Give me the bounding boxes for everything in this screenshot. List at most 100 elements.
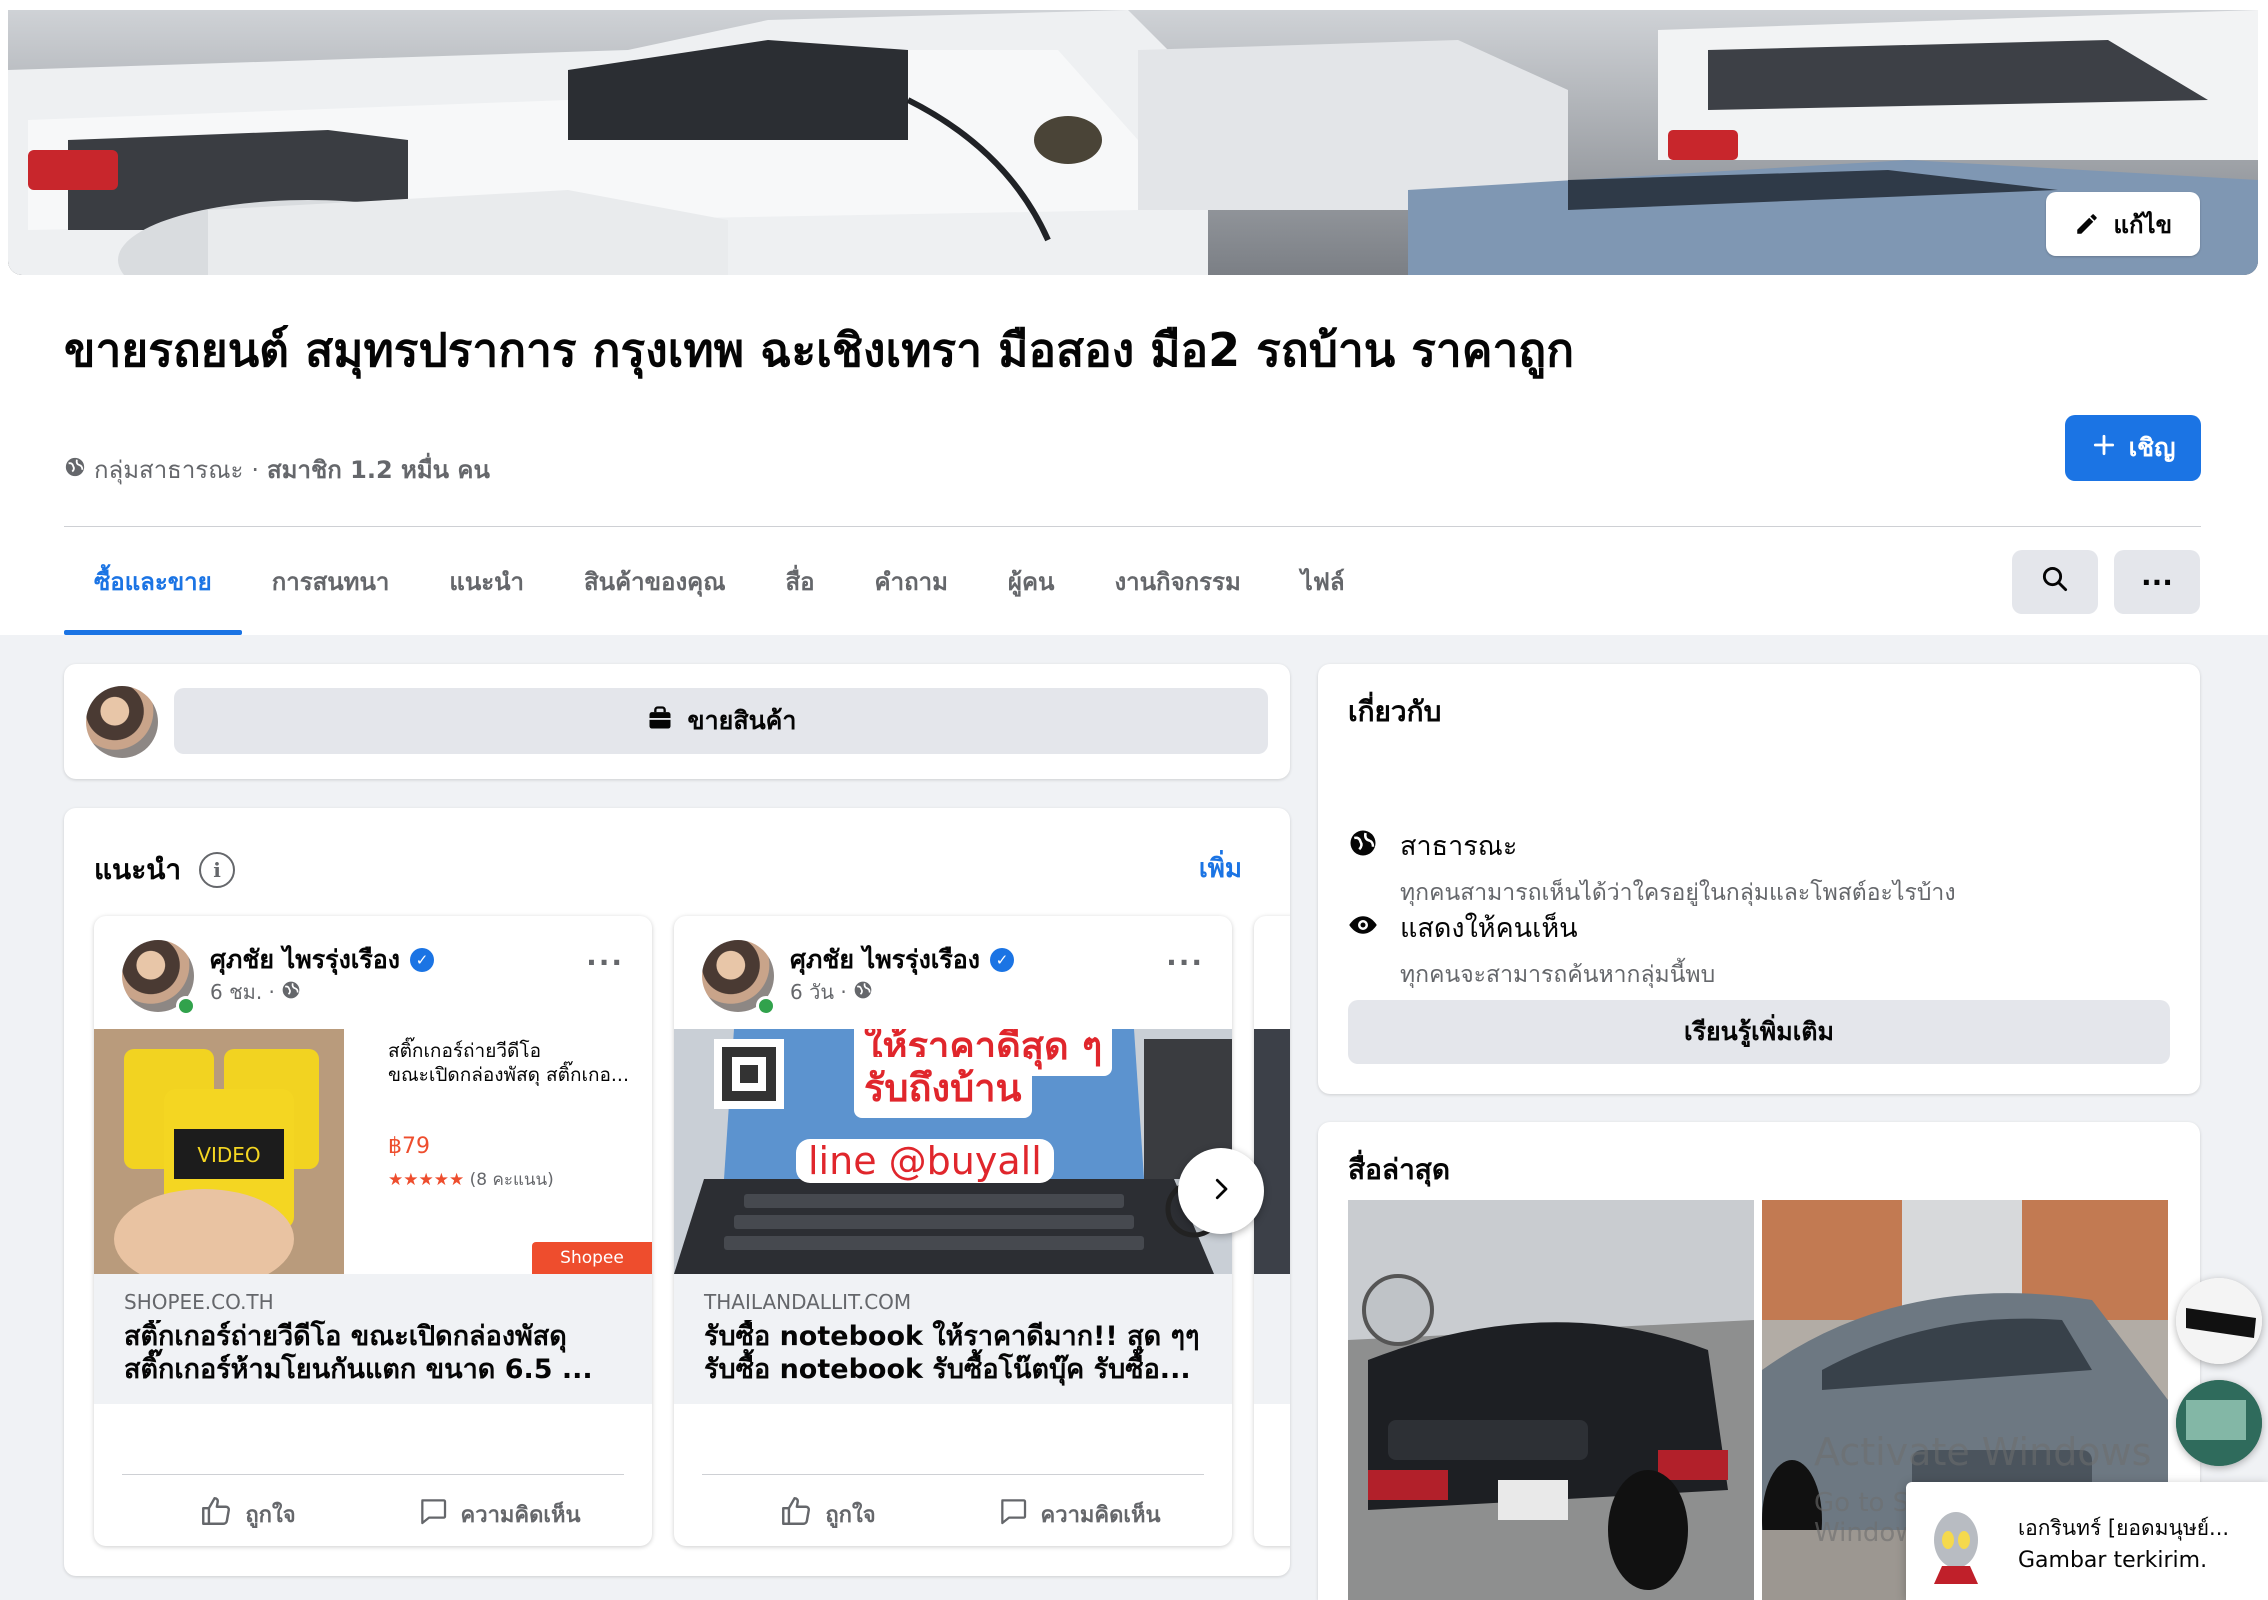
post-author[interactable]: ศุภชัย ไพรรุ่งเรือง ✓	[210, 940, 434, 980]
online-status-icon	[176, 996, 196, 1016]
sell-item-button[interactable]: ขายสินค้า	[174, 688, 1268, 754]
post-options-icon[interactable]: ···	[586, 946, 624, 979]
chat-head[interactable]	[2176, 1278, 2262, 1364]
link-domain: SHOPEE.CO.TH	[124, 1290, 274, 1314]
more-dots-icon: ···	[2141, 565, 2173, 599]
author-name[interactable]: ศุภชัย ไพรรุ่งเรือง	[210, 940, 400, 980]
chat-message: Gambar terkirim.	[2018, 1548, 2208, 1573]
author-name[interactable]: ศุภชัย ไพรรุ่งเรือง	[790, 940, 980, 980]
thumbs-up-icon	[779, 1494, 813, 1534]
post-link-preview-image[interactable]	[1254, 1029, 1290, 1274]
comment-button[interactable]: ความคิดเห็น	[373, 1484, 624, 1544]
post-time[interactable]: 6 ชม. ·	[210, 976, 301, 1008]
post-actions: ถูกใจ ความคิดเห็น	[702, 1484, 1204, 1544]
post-link-preview-image[interactable]: VIDEO สติ๊กเกอร์ถ่ายวีดีโอ ขณะเปิดกล่องพ…	[94, 1029, 652, 1274]
post-actions: ถูกใจ ความคิดเห็น	[122, 1484, 624, 1544]
tab-files[interactable]: ไฟล์	[1271, 528, 1375, 635]
link-domain: THAILANDALLIT.COM	[704, 1290, 912, 1314]
promo-line-2: ขณะเปิดกล่องพัสดุ สติ๊กเกอ...	[388, 1064, 630, 1086]
post-timestamp[interactable]: 6 วัน ·	[790, 976, 847, 1008]
globe-icon	[853, 980, 873, 1005]
promo-line-1: สติ๊กเกอร์ถ่ายวีดีโอ	[388, 1040, 541, 1062]
about-title: เกี่ยวกับ	[1348, 695, 1442, 728]
image-caption-2: รับถึงบ้าน	[854, 1057, 1032, 1118]
tab-discussion[interactable]: การสนทนา	[242, 528, 420, 635]
group-members[interactable]: สมาชิก 1.2 หมื่น คน	[267, 450, 490, 489]
verified-badge-icon: ✓	[409, 948, 434, 972]
search-group-button[interactable]	[2012, 550, 2098, 614]
like-button[interactable]: ถูกใจ	[702, 1484, 953, 1544]
online-status-icon	[756, 996, 776, 1016]
tab-featured[interactable]: แนะนำ	[419, 528, 554, 635]
comment-icon	[417, 1495, 449, 1533]
chat-head[interactable]	[2176, 1380, 2262, 1466]
tab-your-items[interactable]: สินค้าของคุณ	[554, 528, 755, 635]
tab-people[interactable]: ผู้คน	[978, 528, 1085, 635]
like-label: ถูกใจ	[245, 1502, 296, 1528]
invite-label: เชิญ	[2128, 433, 2176, 462]
actions-divider	[702, 1474, 1204, 1475]
tab-events[interactable]: งานกิจกรรม	[1084, 528, 1270, 635]
avatar	[1924, 1504, 1988, 1584]
see-more-link[interactable]: เพิ่ม	[1199, 848, 1242, 889]
visible-title: แสดงให้คนเห็น	[1400, 913, 1578, 944]
tab-media[interactable]: สื่อ	[755, 528, 844, 635]
comment-label: ความคิดเห็น	[1040, 1502, 1161, 1528]
comment-label: ความคิดเห็น	[460, 1502, 581, 1528]
image-caption-3: line @buyall	[796, 1139, 1054, 1183]
post-author[interactable]: ศุภชัย ไพรรุ่งเรือง ✓	[790, 940, 1014, 980]
promo-price: ฿79	[388, 1134, 430, 1159]
globe-icon	[1348, 828, 1378, 858]
recent-media-title: สื่อล่าสุด	[1348, 1153, 1451, 1186]
promo-rating: ★★★★★ (8 คะแนน)	[388, 1166, 554, 1193]
about-visible: แสดงให้คนเห็น ทุกคนจะสามารถค้นหากลุ่มนี้…	[1348, 906, 1715, 993]
visible-description: ทุกคนจะสามารถค้นหากลุ่มนี้พบ	[1400, 962, 1716, 988]
search-icon	[2040, 564, 2070, 601]
link-preview[interactable]	[1254, 1274, 1290, 1404]
group-privacy: กลุ่มสาธารณะ	[94, 456, 244, 484]
link-title: รับซื้อ notebook ให้ราคาดีมาก!! สุด ๆๆ ร…	[704, 1321, 1200, 1385]
post-time[interactable]: 6 วัน ·	[790, 976, 873, 1008]
globe-icon	[64, 456, 86, 484]
post-options-icon[interactable]: ···	[1166, 946, 1204, 979]
group-title[interactable]: ขายรถยนต์ สมุทรปราการ กรุงเทพ ฉะเชิงเทรา…	[64, 320, 1624, 380]
tab-buy-sell[interactable]: ซื้อและขาย	[64, 528, 242, 635]
promo-reviews: (8 คะแนน)	[469, 1170, 554, 1190]
tab-questions[interactable]: คำถาม	[845, 528, 978, 635]
actions-divider	[122, 1474, 624, 1475]
link-preview[interactable]: THAILANDALLIT.COM รับซื้อ notebook ให้รา…	[674, 1274, 1232, 1404]
invite-button[interactable]: เชิญ	[2065, 415, 2201, 481]
link-title: สติ๊กเกอร์ถ่ายวีดีโอ ขณะเปิดกล่องพัสดุ ส…	[124, 1321, 593, 1385]
chat-sender-name: เอกรินทร์ [ยอดมนุษย์...	[2018, 1516, 2230, 1540]
more-options-button[interactable]: ···	[2114, 550, 2200, 614]
edit-cover-label: แก้ไข	[2113, 210, 2172, 239]
comment-icon	[997, 1495, 1029, 1533]
carousel-next-button[interactable]	[1178, 1148, 1264, 1234]
promo-text: สติ๊กเกอร์ถ่ายวีดีโอ ขณะเปิดกล่องพัสดุ ส…	[388, 1039, 629, 1087]
edit-cover-button[interactable]: แก้ไข	[2045, 192, 2200, 256]
about-public: สาธารณะ ทุกคนสามารถเห็นได้ว่าใครอยู่ในกล…	[1348, 824, 1956, 911]
like-button[interactable]: ถูกใจ	[122, 1484, 373, 1544]
recommended-title: แนะนำ	[94, 853, 182, 886]
like-label: ถูกใจ	[825, 1502, 876, 1528]
info-icon[interactable]: i	[199, 852, 236, 888]
globe-icon	[281, 980, 301, 1005]
sell-composer: ขายสินค้า	[64, 664, 1290, 779]
link-preview[interactable]: SHOPEE.CO.TH สติ๊กเกอร์ถ่ายวีดีโอ ขณะเปิ…	[94, 1274, 652, 1404]
comment-button[interactable]: ความคิดเห็น	[953, 1484, 1204, 1544]
post-timestamp[interactable]: 6 ชม. ·	[210, 976, 275, 1008]
recommended-header: แนะนำ i	[94, 848, 236, 892]
verified-badge-icon: ✓	[989, 948, 1014, 972]
thumbs-up-icon	[199, 1494, 233, 1534]
header-divider	[64, 526, 2201, 527]
avatar[interactable]	[86, 686, 158, 758]
post-link-preview-image[interactable]: ให้ราคาดีสุด ๆ รับถึงบ้าน line @buyall	[674, 1029, 1232, 1274]
media-thumbnail[interactable]	[1348, 1200, 1754, 1600]
chat-notification[interactable]: เอกรินทร์ [ยอดมนุษย์... Gambar terkirim.	[1906, 1482, 2268, 1600]
featured-post: ศุภชัย ไพรรุ่งเรือง ✓ 6 ชม. · ··· VIDEO …	[94, 916, 652, 1546]
meta-separator: ·	[251, 455, 259, 484]
cover-photo[interactable]: แก้ไข	[8, 10, 2258, 275]
chevron-right-icon	[1206, 1168, 1236, 1214]
learn-more-button[interactable]: เรียนรู้เพิ่มเติม	[1348, 1000, 2170, 1064]
rating-stars-icon: ★★★★★	[388, 1170, 465, 1190]
